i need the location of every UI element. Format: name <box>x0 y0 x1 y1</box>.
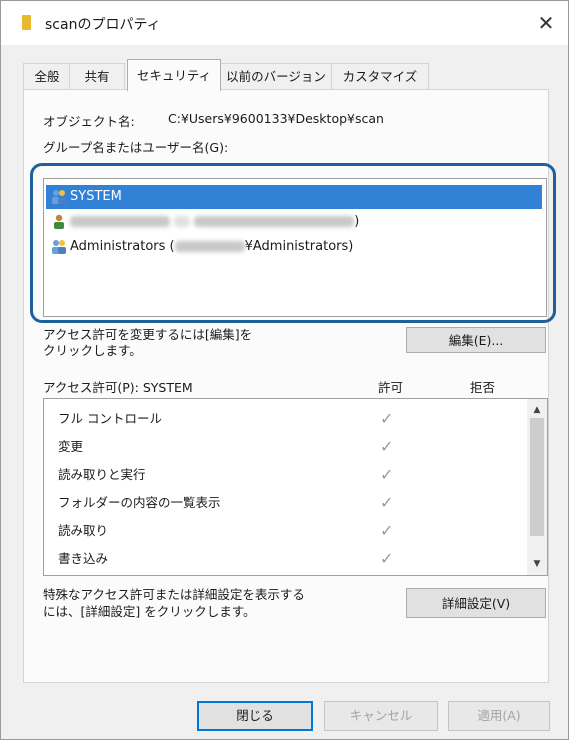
tab-general[interactable]: 全般 <box>23 63 71 90</box>
permission-row: 変更 ✓ <box>44 433 520 461</box>
permission-name: 書き込み <box>58 551 109 566</box>
cancel-button[interactable]: キャンセル <box>324 701 438 731</box>
scroll-thumb[interactable] <box>530 418 544 536</box>
scroll-down-icon[interactable]: ▼ <box>527 555 547 573</box>
object-name-label: オブジェクト名: <box>43 114 135 129</box>
scroll-up-icon[interactable]: ▲ <box>527 401 547 419</box>
highlight-ring <box>30 163 556 323</box>
check-icon: ✓ <box>380 409 394 428</box>
check-icon: ✓ <box>380 521 394 540</box>
allow-column-header: 許可 <box>378 380 404 395</box>
edit-button[interactable]: 編集(E)... <box>406 327 546 353</box>
permission-row: 書き込み ✓ <box>44 545 520 573</box>
permission-row: 読み取り ✓ <box>44 517 520 545</box>
check-icon: ✓ <box>380 437 394 456</box>
permission-row: フォルダーの内容の一覧表示 ✓ <box>44 489 520 517</box>
permission-name: 読み取りと実行 <box>58 467 146 482</box>
permissions-scrollbar[interactable]: ▲ ▼ <box>527 399 547 575</box>
check-icon: ✓ <box>380 549 394 568</box>
edit-hint-text: アクセス許可を変更するには[編集]を クリックします。 <box>43 327 253 358</box>
window-title: scanのプロパティ <box>45 17 161 33</box>
permission-name: 読み取り <box>58 523 109 538</box>
permissions-list[interactable]: フル コントロール ✓ 変更 ✓ 読み取りと実行 ✓ フォルダーの内容の一覧表示… <box>43 398 548 576</box>
check-icon: ✓ <box>380 465 394 484</box>
permission-row: 読み取りと実行 ✓ <box>44 461 520 489</box>
permission-row: フル コントロール ✓ <box>44 405 520 433</box>
permission-name: 変更 <box>58 439 84 454</box>
close-icon[interactable]: ✕ <box>532 9 560 37</box>
group-names-label: グループ名またはユーザー名(G): <box>43 140 229 155</box>
title-bar: scanのプロパティ ✕ <box>1 1 568 45</box>
check-icon: ✓ <box>380 493 394 512</box>
deny-column-header: 拒否 <box>470 380 496 395</box>
tab-previous-versions[interactable]: 以前のバージョン <box>219 63 333 90</box>
properties-dialog: scanのプロパティ ✕ 全般 共有 セキュリティ 以前のバージョン カスタマイ… <box>0 0 569 740</box>
advanced-button[interactable]: 詳細設定(V) <box>406 588 546 618</box>
folder-icon <box>22 15 31 30</box>
permission-name: フォルダーの内容の一覧表示 <box>58 495 221 510</box>
tab-customize[interactable]: カスタマイズ <box>331 63 429 90</box>
advanced-hint-text: 特殊なアクセス許可または詳細設定を表示する には、[詳細設定] をクリックします… <box>43 587 305 619</box>
object-name-value: C:¥Users¥9600133¥Desktop¥scan <box>168 111 384 126</box>
apply-button[interactable]: 適用(A) <box>448 701 550 731</box>
tab-security[interactable]: セキュリティ <box>127 59 221 91</box>
permissions-label: アクセス許可(P): SYSTEM <box>43 380 193 395</box>
tab-sharing[interactable]: 共有 <box>69 63 125 90</box>
permission-name: フル コントロール <box>58 411 162 426</box>
close-button[interactable]: 閉じる <box>197 701 313 731</box>
